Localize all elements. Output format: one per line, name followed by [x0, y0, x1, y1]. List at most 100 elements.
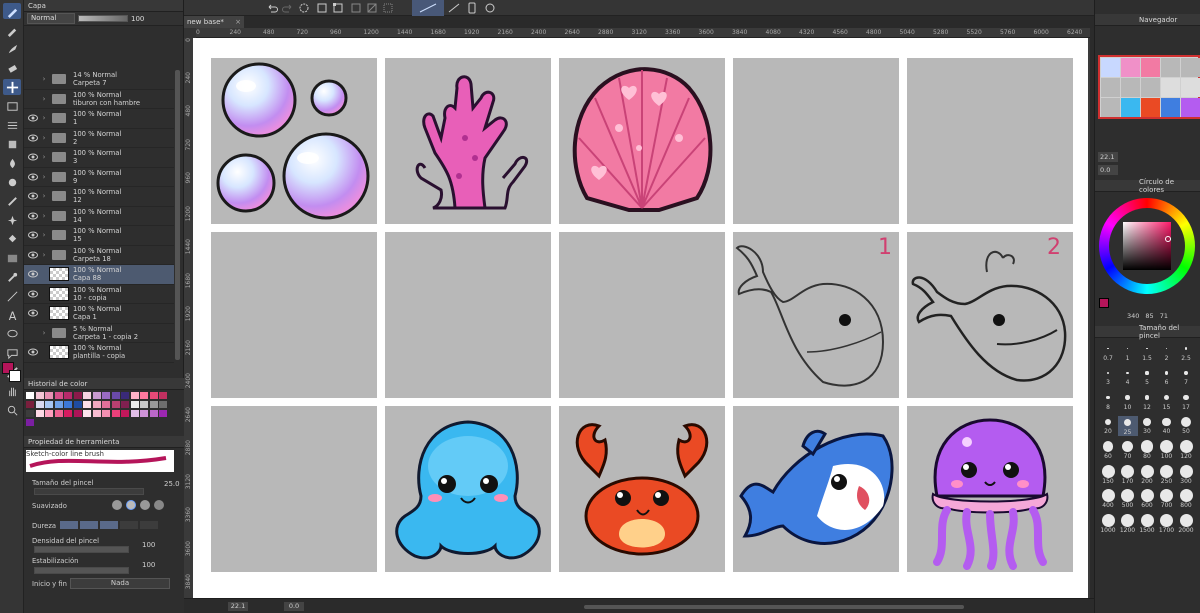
- background-color-swatch[interactable]: [9, 370, 21, 382]
- balloon-icon[interactable]: [3, 345, 21, 361]
- color-picker-cursor[interactable]: [1165, 236, 1171, 242]
- expand-arrow-icon[interactable]: ›: [39, 329, 49, 337]
- color-swatch[interactable]: [26, 419, 34, 426]
- brush-size-option[interactable]: 30: [1137, 416, 1157, 435]
- eye-icon[interactable]: [27, 307, 39, 319]
- color-swatch[interactable]: [26, 392, 34, 399]
- move-tool-icon[interactable]: [3, 79, 21, 95]
- brush-size-option[interactable]: 700: [1157, 489, 1177, 509]
- brush-size-option[interactable]: 25: [1117, 415, 1138, 436]
- expand-arrow-icon[interactable]: ›: [39, 212, 49, 220]
- size-slider[interactable]: [34, 488, 144, 495]
- decoration-icon[interactable]: [3, 212, 21, 228]
- color-swatch[interactable]: [111, 401, 120, 408]
- layer-row[interactable]: › 100 % Normal 2: [24, 129, 174, 148]
- color-swatch[interactable]: [149, 401, 158, 408]
- expand-arrow-icon[interactable]: ›: [39, 231, 49, 239]
- bucket-icon[interactable]: [3, 231, 21, 247]
- color-swatch[interactable]: [73, 392, 82, 399]
- brush-size-option[interactable]: 10: [1118, 391, 1138, 411]
- navigator-preview[interactable]: [1098, 55, 1200, 119]
- color-swatch[interactable]: [26, 401, 34, 408]
- color-swatch[interactable]: [45, 392, 53, 399]
- color-swatch[interactable]: [54, 410, 63, 417]
- invert-selection-icon[interactable]: [366, 2, 378, 14]
- brush-size-option[interactable]: 1000: [1098, 513, 1118, 534]
- color-swatch[interactable]: [111, 392, 120, 399]
- color-swatch[interactable]: [121, 392, 129, 399]
- color-swatch[interactable]: [92, 392, 101, 399]
- color-swatch[interactable]: [83, 410, 91, 417]
- gradient-icon[interactable]: [3, 250, 21, 266]
- brush-size-option[interactable]: 170: [1118, 464, 1138, 485]
- brush-size-option[interactable]: 50: [1176, 416, 1196, 435]
- brush-size-option[interactable]: 12: [1137, 391, 1157, 411]
- spray-icon[interactable]: [3, 174, 21, 190]
- eye-icon[interactable]: [27, 268, 39, 280]
- color-swatch[interactable]: [130, 401, 139, 408]
- pen-pressure-icon[interactable]: [484, 2, 496, 14]
- color-swatch[interactable]: [102, 392, 110, 399]
- eraser-tool-icon[interactable]: [3, 60, 21, 76]
- color-swatch[interactable]: [111, 410, 120, 417]
- color-swatch[interactable]: [73, 401, 82, 408]
- transform-icon[interactable]: [332, 2, 344, 14]
- brush-size-option[interactable]: 2000: [1176, 513, 1196, 534]
- fill-tool-icon[interactable]: [3, 155, 21, 171]
- brush-tool-icon[interactable]: [3, 41, 21, 57]
- color-swatch[interactable]: [26, 410, 34, 417]
- density-slider[interactable]: [34, 546, 129, 553]
- color-swatch[interactable]: [54, 392, 63, 399]
- stabilization-slider[interactable]: [34, 567, 129, 574]
- color-swatch[interactable]: [130, 392, 139, 399]
- layer-row[interactable]: › 100 % Normal 12: [24, 187, 174, 207]
- brush-size-option[interactable]: 6: [1157, 367, 1177, 386]
- layer-row[interactable]: 100 % Normal 10 - copia: [24, 285, 174, 304]
- eye-icon[interactable]: [27, 112, 39, 124]
- color-wheel[interactable]: [1099, 198, 1195, 294]
- brush-size-option[interactable]: 1700: [1157, 513, 1177, 534]
- current-color-swatch[interactable]: [1099, 298, 1109, 308]
- brush-size-option[interactable]: 8: [1098, 391, 1118, 411]
- angle-value[interactable]: 0.0: [284, 602, 304, 611]
- layer-row[interactable]: › 14 % Normal Carpeta 7: [24, 70, 174, 90]
- close-tab-icon[interactable]: ×: [235, 16, 241, 28]
- brush-size-option[interactable]: 250: [1157, 464, 1177, 485]
- eye-hidden-icon[interactable]: [27, 93, 39, 105]
- figure-tool-icon[interactable]: [3, 288, 21, 304]
- hardness-options[interactable]: [60, 521, 158, 529]
- brush-size-option[interactable]: 600: [1137, 489, 1157, 509]
- color-swatch[interactable]: [92, 410, 101, 417]
- brush-size-option[interactable]: 200: [1137, 464, 1157, 485]
- eye-icon[interactable]: [27, 210, 39, 222]
- expand-arrow-icon[interactable]: ›: [39, 192, 49, 200]
- color-swatch[interactable]: [45, 401, 53, 408]
- color-swatch[interactable]: [64, 392, 72, 399]
- layer-row[interactable]: 100 % Normal plantilla - copia: [24, 343, 174, 363]
- layer-row[interactable]: › 100 % Normal 1: [24, 109, 174, 129]
- eye-icon[interactable]: [27, 171, 39, 183]
- canvas[interactable]: 1 2: [193, 38, 1088, 598]
- eye-icon[interactable]: [27, 249, 39, 261]
- brush-size-option[interactable]: 2: [1157, 342, 1177, 362]
- layer-row[interactable]: › 5 % Normal Carpeta 1 - copia 2: [24, 324, 174, 343]
- brush-size-option[interactable]: 1.5: [1137, 342, 1157, 362]
- pen-tool-icon[interactable]: [3, 3, 21, 19]
- layer-scrollbar[interactable]: [175, 70, 180, 360]
- layer-row[interactable]: › 100 % Normal tiburon con hambre: [24, 90, 174, 109]
- brush-size-option[interactable]: 4: [1118, 367, 1138, 386]
- device-icon[interactable]: [466, 2, 478, 14]
- layer-row[interactable]: › 100 % Normal Carpeta 18: [24, 246, 174, 265]
- eyedropper-icon[interactable]: [3, 269, 21, 285]
- eye-icon[interactable]: [27, 132, 39, 144]
- color-swatch[interactable]: [54, 401, 63, 408]
- brush-size-option[interactable]: 20: [1098, 416, 1118, 435]
- eye-icon[interactable]: [27, 229, 39, 241]
- brush-size-option[interactable]: 70: [1118, 440, 1138, 460]
- brush-size-option[interactable]: 1200: [1118, 513, 1138, 534]
- text-tool-icon[interactable]: A: [3, 307, 21, 323]
- navigator-zoom[interactable]: 22.1: [1098, 152, 1118, 162]
- hand-icon[interactable]: [3, 383, 21, 399]
- loading-icon[interactable]: [298, 2, 310, 14]
- opacity-slider[interactable]: [78, 15, 128, 22]
